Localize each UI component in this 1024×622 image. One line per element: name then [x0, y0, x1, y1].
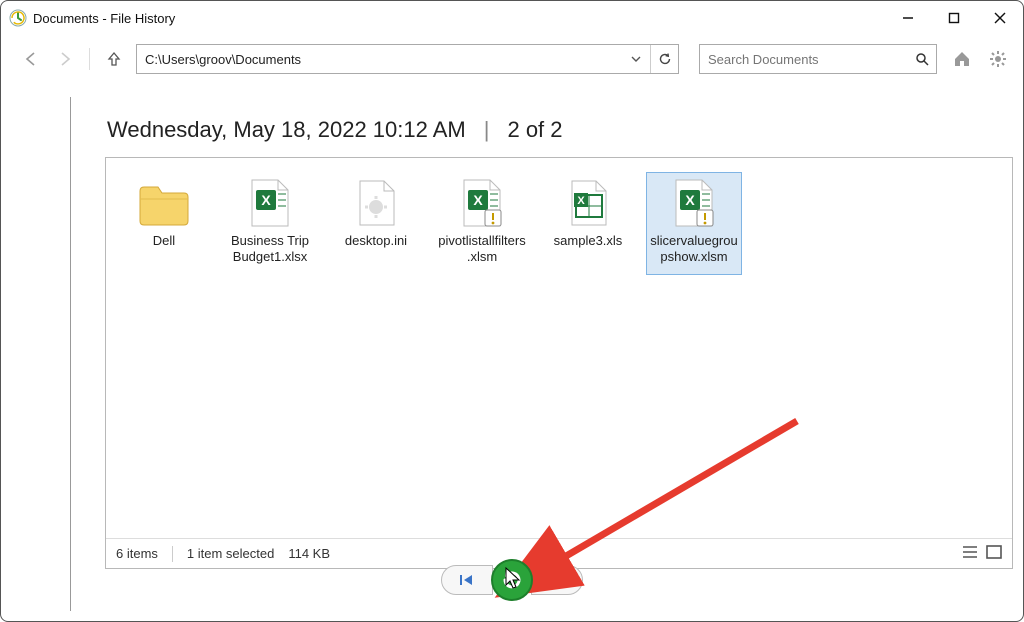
titlebar: Documents - File History [1, 1, 1023, 35]
svg-text:X: X [577, 195, 585, 207]
xlsm-icon: X [666, 179, 722, 229]
window: Documents - File History [0, 0, 1024, 622]
back-button[interactable] [19, 47, 43, 71]
address-input[interactable] [137, 45, 622, 73]
next-version-button[interactable] [531, 565, 583, 595]
minimize-button[interactable] [885, 2, 931, 34]
window-title: Documents - File History [33, 11, 175, 26]
restore-button[interactable] [491, 559, 533, 601]
search-input[interactable] [700, 52, 908, 67]
file-item[interactable]: Xslicervaluegroupshow.xlsm [646, 172, 742, 275]
refresh-button[interactable] [650, 45, 678, 73]
file-list[interactable]: Dell X Business Trip Budget1.xlsx desktop.i… [106, 158, 1012, 538]
previous-version-button[interactable] [441, 565, 493, 595]
toolbar [1, 35, 1023, 83]
svg-text:X: X [473, 192, 483, 208]
file-item[interactable]: Dell [116, 172, 212, 258]
file-name: slicervaluegroupshow.xlsm [649, 233, 739, 266]
file-item[interactable]: X Business Trip Budget1.xlsx [222, 172, 318, 275]
file-name: Business Trip Budget1.xlsx [225, 233, 315, 266]
close-button[interactable] [977, 2, 1023, 34]
folder-icon [136, 179, 192, 229]
search-icon[interactable] [908, 45, 936, 73]
file-item[interactable]: Xpivotlistallfilters.xlsm [434, 172, 530, 275]
xlsm-icon: X [454, 179, 510, 229]
file-item[interactable]: Xsample3.xls [540, 172, 636, 258]
svg-text:X: X [685, 192, 695, 208]
file-name: Dell [153, 233, 175, 249]
heading-separator: | [484, 117, 490, 143]
up-button[interactable] [102, 47, 126, 71]
search-box[interactable] [699, 44, 937, 74]
maximize-button[interactable] [931, 2, 977, 34]
toolbar-separator [89, 48, 90, 70]
file-name: sample3.xls [554, 233, 623, 249]
forward-button[interactable] [53, 47, 77, 71]
address-bar[interactable] [136, 44, 679, 74]
file-name: pivotlistallfilters.xlsm [437, 233, 527, 266]
file-list-pane: Dell X Business Trip Budget1.xlsx desktop.i… [105, 157, 1013, 569]
version-counter: 2 of 2 [507, 117, 562, 143]
address-dropdown-button[interactable] [622, 45, 650, 73]
ini-icon [348, 179, 404, 229]
svg-text:X: X [261, 192, 271, 208]
home-icon[interactable] [951, 48, 973, 70]
gear-icon[interactable] [987, 48, 1009, 70]
body: Wednesday, May 18, 2022 10:12 AM | 2 of … [11, 97, 1013, 611]
version-timestamp: Wednesday, May 18, 2022 10:12 AM [107, 117, 466, 143]
left-pane-stub [11, 97, 71, 611]
history-navigator [1, 559, 1023, 601]
filehistory-app-icon [9, 9, 27, 27]
version-heading: Wednesday, May 18, 2022 10:12 AM | 2 of … [105, 97, 1013, 157]
main-column: Wednesday, May 18, 2022 10:12 AM | 2 of … [105, 97, 1013, 611]
file-item[interactable]: desktop.ini [328, 172, 424, 258]
xls-icon: X [560, 179, 616, 229]
xlsx-icon: X [242, 179, 298, 229]
file-name: desktop.ini [345, 233, 407, 249]
